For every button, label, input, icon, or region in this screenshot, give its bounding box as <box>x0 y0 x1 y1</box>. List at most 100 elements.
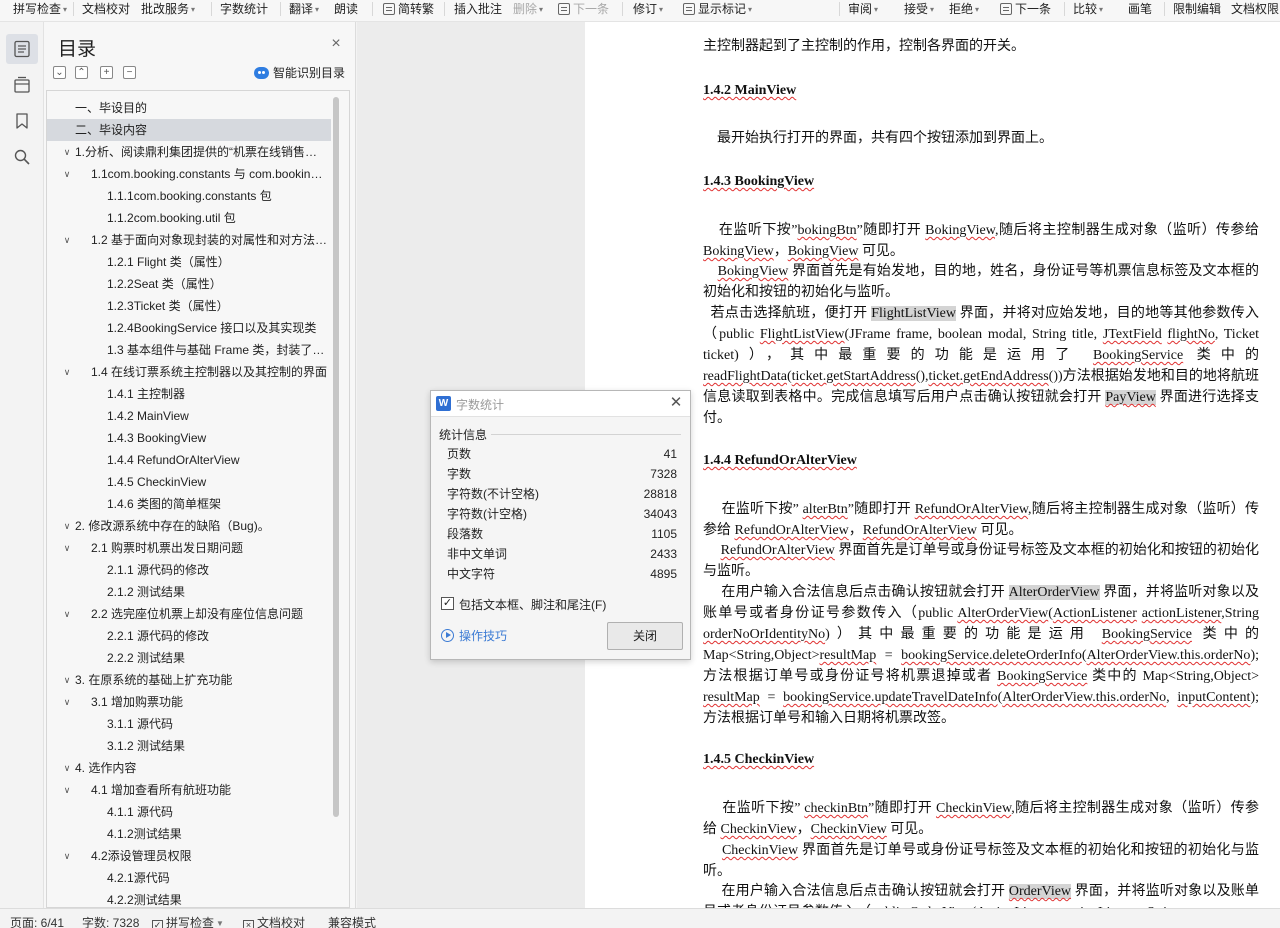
toc-item[interactable]: 1.4.2 MainView <box>47 405 331 427</box>
toolbar-button-8[interactable]: 删除 ▾ <box>513 0 543 18</box>
chevron-down-icon[interactable]: ∨ <box>61 515 73 537</box>
toolbar-button-14[interactable]: 拒绝 ▾ <box>949 0 979 18</box>
chevron-down-icon[interactable]: ∨ <box>61 141 73 163</box>
toc-scrollbar[interactable] <box>333 97 339 817</box>
spell-check-status[interactable]: ✓ 拼写检查 ▼ <box>152 916 224 928</box>
toc-item[interactable]: 1.3 基本组件与基础 Frame 类，封装了组件 <box>47 339 331 361</box>
toolbar-button-2[interactable]: 批改服务 ▾ <box>141 0 195 18</box>
toc-item[interactable]: 1.4.4 RefundOrAlterView <box>47 449 331 471</box>
toc-item[interactable]: ∨ 3.1 增加购票功能 <box>47 691 331 713</box>
toolbar-button-1[interactable]: 文档校对 <box>82 0 130 18</box>
include-textbox-label[interactable]: 包括文本框、脚注和尾注(F) <box>459 596 606 613</box>
toolbar-button-4[interactable]: 翻译 ▾ <box>289 0 319 18</box>
close-icon[interactable]: ✕ <box>668 395 684 411</box>
chevron-down-icon[interactable]: ∨ <box>61 757 73 779</box>
toc-item[interactable]: ∨ 2. 修改源系统中存在的缺陷（Bug)。 <box>47 515 331 537</box>
toc-item[interactable]: 3.1.2 测试结果 <box>47 735 331 757</box>
toolbar-button-0[interactable]: 拼写检查 ▾ <box>13 0 67 18</box>
toc-item[interactable]: 1.2.2Seat 类（属性） <box>47 273 331 295</box>
page-indicator[interactable]: 页面: 6/41 <box>10 916 64 928</box>
proofread-status[interactable]: × 文档校对 <box>243 916 305 928</box>
toc-item[interactable]: 3.1.1 源代码 <box>47 713 331 735</box>
bookmark-rail-button[interactable] <box>6 106 38 136</box>
toc-item[interactable]: 1.4.1 主控制器 <box>47 383 331 405</box>
close-icon[interactable]: × <box>328 36 344 52</box>
toc-item[interactable]: 4.2.1源代码 <box>47 867 331 889</box>
toc-item[interactable]: ∨ 3. 在原系统的基础上扩充功能 <box>47 669 331 691</box>
toc-item[interactable]: ∨ 1.2 基于面向对象现封装的对属性和对方法的封装 <box>47 229 331 251</box>
toolbar-button-13[interactable]: 接受 ▾ <box>904 0 934 18</box>
toc-item[interactable]: 1.4.6 类图的简单框架 <box>47 493 331 515</box>
toolbar-button-17[interactable]: 画笔 <box>1128 0 1152 18</box>
toc-item[interactable]: ∨ 1.1com.booking.constants 与 com.booking.… <box>47 163 331 185</box>
chevron-down-icon[interactable]: ∨ <box>61 361 73 383</box>
toc-item[interactable]: ∨ 4. 选作内容 <box>47 757 331 779</box>
toc-item[interactable]: 1.4.3 BookingView <box>47 427 331 449</box>
toc-item[interactable]: 1.1.1com.booking.constants 包 <box>47 185 331 207</box>
toolbar-button-6[interactable]: 简转繁 <box>383 0 434 18</box>
smart-toc-button[interactable]: 智能识别目录 <box>254 65 345 81</box>
toc-item[interactable]: 1.1.2com.booking.util 包 <box>47 207 331 229</box>
dialog-titlebar[interactable]: W 字数统计 ✕ <box>431 391 690 417</box>
toolbar-label: 简转繁 <box>398 2 435 16</box>
play-icon <box>441 629 454 642</box>
toc-item[interactable]: 2.2.2 测试结果 <box>47 647 331 669</box>
include-textbox-checkbox[interactable]: ✓ <box>441 597 454 610</box>
chevron-down-icon[interactable]: ∨ <box>61 779 73 801</box>
toolbar-button-12[interactable]: 审阅 ▾ <box>848 0 878 18</box>
toc-item[interactable]: ∨ 2.2 选完座位机票上却没有座位信息问题 <box>47 603 331 625</box>
toc-item[interactable]: ∨ 1.分析、阅读鼎利集团提供的“机票在线销售系统” <box>47 141 331 163</box>
toolbar-button-19[interactable]: 文档权限 <box>1231 0 1279 18</box>
toolbar-button-5[interactable]: 朗读 <box>334 0 358 18</box>
toolbar-button-10[interactable]: 修订 ▾ <box>633 0 663 18</box>
toolbar-button-3[interactable]: 字数统计 <box>220 0 268 18</box>
toc-item[interactable]: 1.2.1 Flight 类（属性） <box>47 251 331 273</box>
stat-label: 页数 <box>447 447 472 461</box>
toolbar-button-18[interactable]: 限制编辑 <box>1173 0 1221 18</box>
toolbar-button-16[interactable]: 比较 ▾ <box>1073 0 1103 18</box>
toc-item[interactable]: ∨ 4.2添设管理员权限 <box>47 845 331 867</box>
chevron-down-icon[interactable]: ∨ <box>61 229 73 251</box>
toolbar-button-9[interactable]: 下一条 <box>558 0 609 18</box>
toolbar-button-11[interactable]: 显示标记 ▾ <box>683 0 752 18</box>
toc-item[interactable]: 一、毕设目的 <box>47 97 331 119</box>
toc-item[interactable]: 二、毕设内容 <box>47 119 331 141</box>
toc-item[interactable]: ∨ 1.4 在线订票系统主控制器以及其控制的界面 <box>47 361 331 383</box>
toc-item[interactable]: 4.1.2测试结果 <box>47 823 331 845</box>
toolbar-label: 画笔 <box>1128 2 1153 16</box>
collapse-all-icon[interactable]: ⌄ <box>53 66 66 79</box>
chevron-down-icon[interactable]: ∨ <box>61 845 73 867</box>
expand-up-icon[interactable]: ⌃ <box>75 66 88 79</box>
toc-item[interactable]: 2.1.1 源代码的修改 <box>47 559 331 581</box>
toolbar-button-7[interactable]: 插入批注 <box>454 0 502 18</box>
chevron-down-icon[interactable]: ∨ <box>61 603 73 625</box>
chevron-down-icon[interactable]: ∨ <box>61 691 73 713</box>
navigation-rail-button[interactable] <box>6 70 38 100</box>
word-count-indicator[interactable]: 字数: 7328 <box>82 916 139 928</box>
toc-item-label: 1.2.1 Flight 类（属性） <box>107 255 230 269</box>
add-heading-icon[interactable]: + <box>100 66 113 79</box>
toolbar-label: 翻译 <box>289 2 314 16</box>
toc-item[interactable]: 1.2.4BookingService 接口以及其实现类 <box>47 317 331 339</box>
toc-rail-button[interactable] <box>6 34 38 64</box>
toc-item[interactable]: 1.2.3Ticket 类（属性） <box>47 295 331 317</box>
toolbar-button-15[interactable]: 下一条 <box>1000 0 1051 18</box>
toc-item[interactable]: 1.4.5 CheckinView <box>47 471 331 493</box>
remove-heading-icon[interactable]: − <box>123 66 136 79</box>
tips-link[interactable]: 操作技巧 <box>441 627 507 644</box>
stat-value: 28818 <box>643 487 677 501</box>
toc-item[interactable]: 2.2.1 源代码的修改 <box>47 625 331 647</box>
toc-item[interactable]: 2.1.2 测试结果 <box>47 581 331 603</box>
toc-item-label: 2.2.1 源代码的修改 <box>107 629 210 643</box>
toc-item[interactable]: ∨ 4.1 增加查看所有航班功能 <box>47 779 331 801</box>
toc-item[interactable]: ∨ 2.1 购票时机票出发日期问题 <box>47 537 331 559</box>
search-rail-button[interactable] <box>6 142 38 172</box>
chevron-down-icon[interactable]: ∨ <box>61 163 73 185</box>
chevron-down-icon[interactable]: ∨ <box>61 669 73 691</box>
toc-item[interactable]: 4.2.2测试结果 <box>47 889 331 907</box>
toc-item[interactable]: 4.1.1 源代码 <box>47 801 331 823</box>
cross-box-icon: × <box>243 920 254 928</box>
close-button[interactable]: 关闭 <box>607 622 683 650</box>
paragraph-mainview: 最开始执行打开的界面，共有四个按钮添加到界面上。 <box>717 131 1053 146</box>
chevron-down-icon[interactable]: ∨ <box>61 537 73 559</box>
